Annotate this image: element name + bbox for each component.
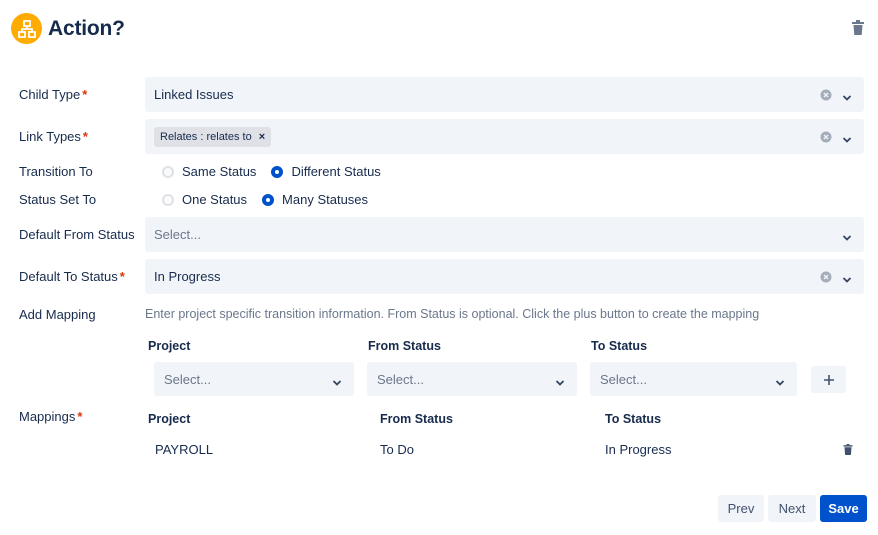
default-to-status-label: Default To Status * [19,269,125,284]
transition-to-radio-group: Same Status Different Status [162,164,396,179]
link-type-tag: Relates : relates to × [154,126,272,147]
default-from-status-label: Default From Status [19,227,135,242]
next-button[interactable]: Next [768,495,816,522]
prev-button[interactable]: Prev [718,495,764,522]
radio-same-status[interactable]: Same Status [162,164,256,179]
radio-button-selected[interactable] [262,193,275,206]
mappings-label: Mappings * [19,409,83,424]
status-set-to-radio-group: One Status Many Statuses [162,192,383,207]
chevron-down-icon[interactable] [842,132,852,143]
hierarchy-icon [11,13,42,44]
radio-many-statuses[interactable]: Many Statuses [262,192,368,207]
mapping-cell-from-status: To Do [380,442,414,457]
mapping-to-status-select[interactable]: Select... [590,362,797,396]
radio-different-status[interactable]: Different Status [271,164,381,179]
delete-mapping-icon[interactable] [843,443,853,455]
radio-one-status[interactable]: One Status [162,192,247,207]
mapping-from-status-select[interactable]: Select... [367,362,577,396]
radio-button[interactable] [162,165,174,178]
save-button[interactable]: Save [820,495,867,522]
column-header-to-status: To Status [591,339,648,353]
clear-icon[interactable] [820,131,832,143]
chevron-down-icon[interactable] [842,90,852,101]
link-types-label: Link Types * [19,129,88,144]
mapping-cell-project: PAYROLL [155,442,214,457]
default-from-status-select[interactable]: Select... [145,217,864,252]
column-header-from-status: From Status [368,339,441,353]
remove-tag-icon[interactable]: × [259,131,265,143]
delete-icon[interactable] [851,20,865,36]
select-placeholder: Select... [154,227,201,242]
chevron-down-icon[interactable] [332,375,342,386]
column-header-project: Project [148,339,191,353]
radio-button[interactable] [162,193,174,206]
add-mapping-help-text: Enter project specific transition inform… [145,307,760,321]
link-types-select[interactable]: Relates : relates to × [145,119,864,154]
clear-icon[interactable] [820,271,832,283]
clear-icon[interactable] [820,89,832,101]
page-title: Action? [48,17,125,40]
chevron-down-icon[interactable] [555,375,565,386]
chevron-down-icon[interactable] [842,230,852,241]
child-type-value: Linked Issues [154,87,234,102]
add-mapping-button[interactable] [811,366,846,393]
chevron-down-icon[interactable] [842,272,852,283]
default-to-status-value: In Progress [154,269,221,284]
radio-button-selected[interactable] [271,165,284,178]
add-mapping-label: Add Mapping [19,307,96,322]
child-type-select[interactable]: Linked Issues [145,77,864,112]
default-to-status-select[interactable]: In Progress [145,259,864,294]
mapping-project-select[interactable]: Select... [154,362,354,396]
transition-to-label: Transition To [19,164,93,179]
child-type-label: Child Type * [19,87,88,102]
chevron-down-icon[interactable] [775,375,785,386]
mappings-header-from-status: From Status [380,412,453,426]
mappings-header-to-status: To Status [605,412,662,426]
status-set-to-label: Status Set To [19,192,97,207]
mapping-cell-to-status: In Progress [605,442,672,457]
mappings-header-project: Project [148,412,191,426]
plus-icon [823,374,834,385]
